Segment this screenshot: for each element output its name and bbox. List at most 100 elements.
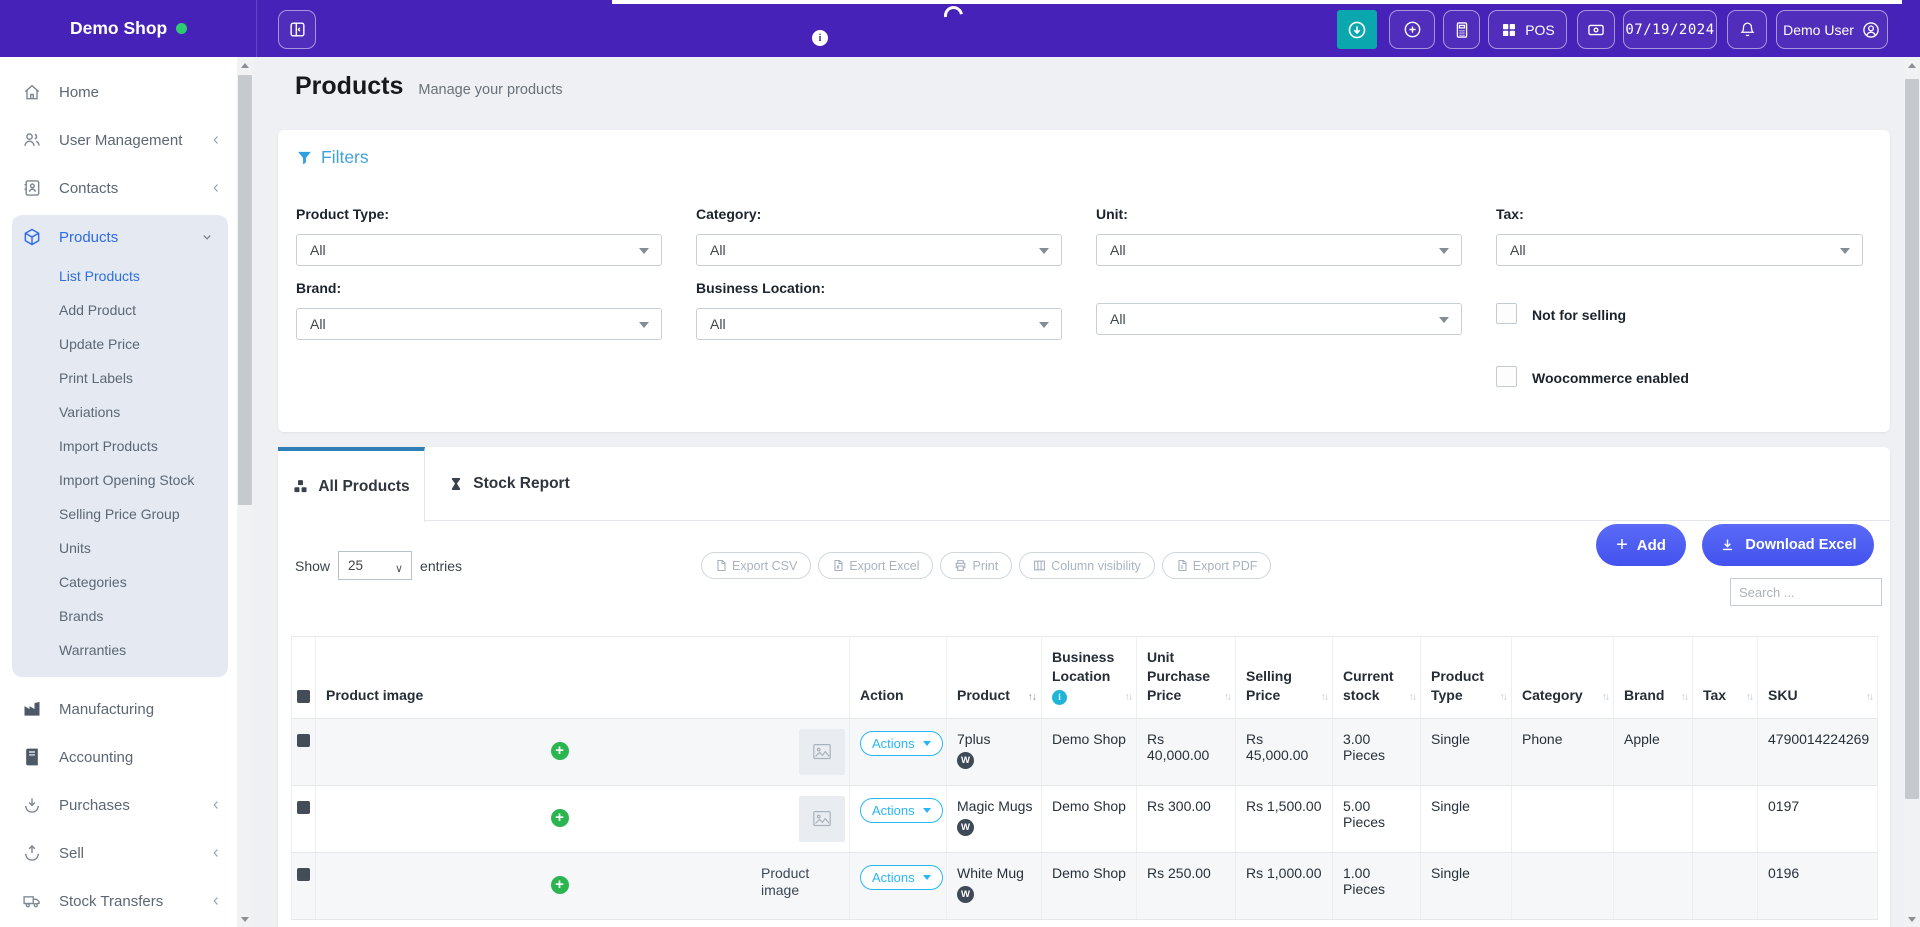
wordpress-icon: W (957, 752, 974, 769)
sidebar-item-accounting[interactable]: Accounting (0, 733, 237, 781)
select-all-checkbox[interactable] (297, 690, 310, 703)
sort-icon[interactable]: ↑↓ (1321, 690, 1328, 704)
date-button[interactable]: 07/19/2024 (1623, 10, 1717, 49)
sidebar-subitem-import-products[interactable]: Import Products (12, 429, 228, 463)
not-for-selling-checkbox[interactable] (1496, 303, 1517, 324)
sort-icon[interactable]: ↑↓ (1746, 690, 1753, 704)
tab-stock-report[interactable]: Stock Report (425, 447, 593, 521)
col-business-location: Business Locationi↑↓ (1042, 637, 1137, 719)
search-input[interactable] (1730, 578, 1882, 606)
tax-select[interactable]: All (1496, 234, 1863, 266)
plus-circle-button[interactable] (1389, 10, 1435, 49)
cell-business-location: Demo Shop (1042, 853, 1137, 920)
sidebar-subitem-warranties[interactable]: Warranties (12, 633, 228, 667)
scroll-down-arrow[interactable] (1904, 911, 1920, 927)
woocommerce-checkbox[interactable] (1496, 366, 1517, 387)
product-type-select[interactable]: All (296, 234, 662, 266)
scroll-up-arrow[interactable] (237, 57, 253, 73)
sort-icon[interactable]: ↑↓ (1602, 690, 1609, 704)
page-size-select[interactable]: 25 ∨ (338, 551, 412, 580)
extra-filter-select[interactable]: All (1096, 303, 1462, 335)
sidebar-subitem-add-product[interactable]: Add Product (12, 293, 228, 327)
category-select[interactable]: All (696, 234, 1062, 266)
business-location-select[interactable]: All (696, 308, 1062, 340)
sidebar-toggle-button[interactable] (278, 10, 316, 49)
user-menu-button[interactable]: Demo User (1776, 10, 1888, 49)
pos-button[interactable]: POS (1488, 10, 1567, 49)
sort-amount-icon[interactable]: ↑↓ (1028, 690, 1037, 704)
sidebar-item-label: Stock Transfers (59, 893, 209, 910)
tab-all-products[interactable]: All Products (278, 447, 425, 522)
sidebar-item-home[interactable]: Home (0, 68, 237, 116)
sidebar-item-label: Products (59, 229, 200, 246)
col-product: Product↑↓ (947, 637, 1042, 719)
info-icon[interactable]: i (1052, 690, 1067, 705)
sidebar-subitem-import-opening-stock[interactable]: Import Opening Stock (12, 463, 228, 497)
scroll-down-arrow[interactable] (237, 911, 253, 927)
tab-bar: All Products Stock Report (278, 447, 1890, 521)
sort-icon[interactable]: ↑↓ (1409, 690, 1416, 704)
row-actions-button[interactable]: Actions (860, 865, 943, 890)
sidebar-subitem-units[interactable]: Units (12, 531, 228, 565)
sidebar-item-user-management[interactable]: User Management (0, 116, 237, 164)
column-visibility-button[interactable]: Column visibility (1019, 552, 1155, 579)
scroll-up-arrow[interactable] (1904, 57, 1920, 73)
sort-icon[interactable]: ↑↓ (1681, 690, 1688, 704)
sidebar-item-label: User Management (59, 132, 209, 149)
notifications-button[interactable] (1727, 10, 1767, 49)
sidebar-subitem-variations[interactable]: Variations (12, 395, 228, 429)
col-selling-price: Selling Price↑↓ (1236, 637, 1333, 719)
sidebar-item-products[interactable]: Products (12, 215, 228, 259)
entries-label: entries (420, 558, 462, 574)
select-caret-icon (1439, 248, 1449, 254)
product-image-placeholder[interactable] (799, 796, 845, 842)
row-checkbox[interactable] (297, 801, 310, 814)
row-checkbox[interactable] (297, 734, 310, 747)
sidebar-subitem-categories[interactable]: Categories (12, 565, 228, 599)
table-row: + Actions 7plusW Demo Shop Rs 40,000.00 … (292, 719, 1878, 786)
sidebar-subitem-update-price[interactable]: Update Price (12, 327, 228, 361)
sidebar-item-stock-transfers[interactable]: Stock Transfers (0, 877, 237, 925)
sidebar-subitem-selling-price-group[interactable]: Selling Price Group (12, 497, 228, 531)
info-icon[interactable]: i (812, 30, 828, 46)
brand[interactable]: Demo Shop (70, 0, 187, 57)
download-excel-button[interactable]: Download Excel (1702, 524, 1874, 566)
sort-icon[interactable]: ↑↓ (1224, 690, 1231, 704)
quick-download-button[interactable] (1337, 10, 1377, 49)
export-pdf-button[interactable]: Export PDF (1162, 552, 1272, 579)
unit-select[interactable]: All (1096, 234, 1462, 266)
sidebar-subitem-brands[interactable]: Brands (12, 599, 228, 633)
row-actions-button[interactable]: Actions (860, 798, 943, 823)
cash-register-button[interactable] (1577, 10, 1615, 49)
sidebar-scrollbar-thumb[interactable] (238, 75, 252, 505)
sort-icon[interactable]: ↑↓ (1125, 690, 1132, 704)
export-csv-button[interactable]: Export CSV (701, 552, 811, 579)
add-image-icon[interactable]: + (551, 809, 569, 827)
table-row: + Product image Actions White MugW Demo … (292, 853, 1878, 920)
sidebar-item-contacts[interactable]: Contacts (0, 164, 237, 212)
add-image-icon[interactable]: + (551, 876, 569, 894)
image-icon (812, 743, 832, 761)
page-scrollbar-thumb[interactable] (1905, 79, 1919, 799)
cell-sku: 0196 (1758, 853, 1878, 920)
sidebar-item-purchases[interactable]: Purchases (0, 781, 237, 829)
product-image-placeholder[interactable] (799, 729, 845, 775)
row-checkbox[interactable] (297, 868, 310, 881)
add-image-icon[interactable]: + (551, 742, 569, 760)
sidebar-item-sell[interactable]: Sell (0, 829, 237, 877)
sidebar-subitem-list-products[interactable]: List Products (12, 259, 228, 293)
sidebar-item-manufacturing[interactable]: Manufacturing (0, 685, 237, 733)
sort-icon[interactable]: ↑↓ (1500, 690, 1507, 704)
calculator-button[interactable] (1443, 10, 1480, 49)
cell-sku: 4790014224269 (1758, 719, 1878, 786)
sort-icon[interactable]: ↑↓ (1866, 690, 1873, 704)
chevron-left-icon (209, 798, 223, 812)
cell-business-location: Demo Shop (1042, 786, 1137, 853)
export-toolbar: Export CSV Export Excel Print Column vis… (701, 552, 1271, 579)
add-product-button[interactable]: + Add (1596, 524, 1686, 566)
print-button[interactable]: Print (940, 552, 1012, 579)
sidebar-subitem-print-labels[interactable]: Print Labels (12, 361, 228, 395)
row-actions-button[interactable]: Actions (860, 731, 943, 756)
brand-select[interactable]: All (296, 308, 662, 340)
export-excel-button[interactable]: Export Excel (818, 552, 933, 579)
